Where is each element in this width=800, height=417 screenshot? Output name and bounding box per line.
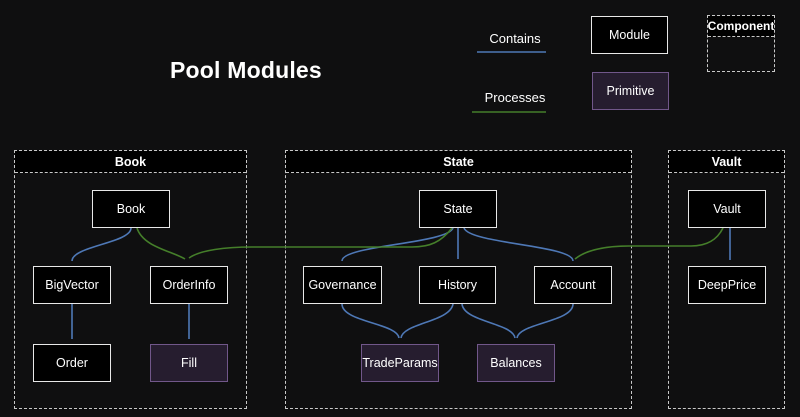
edge-account-balances-contains xyxy=(517,304,573,338)
legend-primitive-box: Primitive xyxy=(592,72,669,110)
legend-module-label: Module xyxy=(609,28,650,42)
node-orderinfo-label: OrderInfo xyxy=(163,278,216,292)
node-governance-label: Governance xyxy=(308,278,376,292)
node-balances-label: Balances xyxy=(490,356,541,370)
edge-state-orderinfo-processes xyxy=(189,228,452,258)
node-balances: Balances xyxy=(477,344,555,382)
node-orderinfo: OrderInfo xyxy=(150,266,228,304)
node-order-label: Order xyxy=(56,356,88,370)
node-tradeparams: TradeParams xyxy=(361,344,439,382)
edge-state-account-contains xyxy=(464,228,573,261)
edge-vault-account-processes xyxy=(575,228,723,259)
node-account-label: Account xyxy=(550,278,595,292)
legend-module-box: Module xyxy=(591,16,668,54)
node-deepprice-label: DeepPrice xyxy=(698,278,756,292)
edge-history-balances-contains xyxy=(462,304,515,338)
node-state: State xyxy=(419,190,497,228)
node-deepprice: DeepPrice xyxy=(688,266,766,304)
node-history-label: History xyxy=(438,278,477,292)
edge-state-governance-contains xyxy=(342,228,453,261)
edge-governance-tradeparams-contains xyxy=(342,304,399,338)
node-fill-label: Fill xyxy=(181,356,197,370)
node-fill: Fill xyxy=(150,344,228,382)
node-governance: Governance xyxy=(303,266,382,304)
node-state-label: State xyxy=(443,202,472,216)
diagram-canvas: Pool Modules Contains Processes Module P… xyxy=(0,0,800,417)
node-book: Book xyxy=(92,190,170,228)
node-tradeparams-label: TradeParams xyxy=(362,356,437,370)
node-vault-label: Vault xyxy=(713,202,741,216)
node-bigvector-label: BigVector xyxy=(45,278,99,292)
node-order: Order xyxy=(33,344,111,382)
node-account: Account xyxy=(534,266,612,304)
node-vault: Vault xyxy=(688,190,766,228)
edge-history-tradeparams-contains xyxy=(401,304,453,338)
edge-book-bigvector-contains xyxy=(72,228,131,261)
node-bigvector: BigVector xyxy=(33,266,111,304)
legend-primitive-label: Primitive xyxy=(607,84,655,98)
edge-book-orderinfo-processes xyxy=(137,228,185,259)
node-book-label: Book xyxy=(117,202,146,216)
node-history: History xyxy=(419,266,496,304)
